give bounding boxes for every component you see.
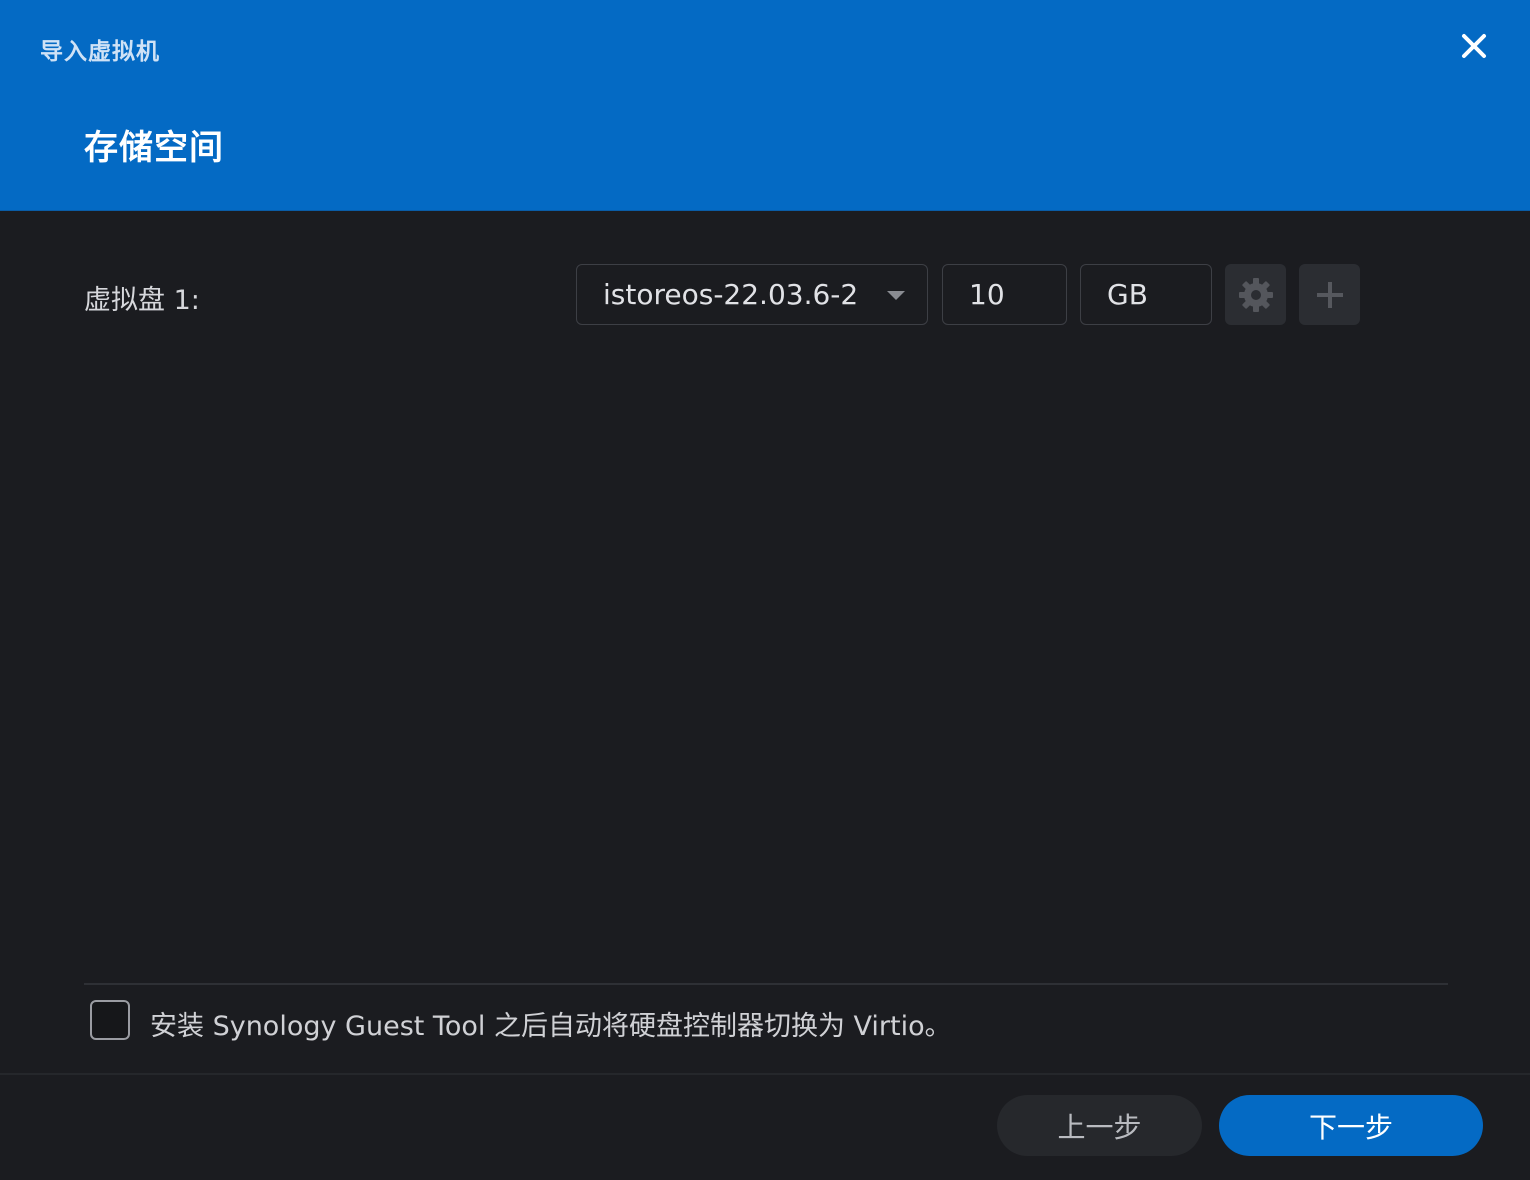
footer-divider (0, 1073, 1530, 1075)
close-icon (1462, 34, 1486, 58)
disk-settings-button[interactable] (1225, 264, 1286, 325)
virtual-disk-label: 虚拟盘 1: (84, 285, 200, 316)
import-vm-dialog: 导入虚拟机 存储空间 虚拟盘 1: istoreos-22.03.6-2 10 … (0, 0, 1530, 1180)
virtio-switch-checkbox[interactable] (90, 1000, 130, 1040)
disk-image-select[interactable]: istoreos-22.03.6-2 (576, 264, 928, 325)
chevron-down-icon (887, 291, 905, 300)
virtio-switch-label: 安装 Synology Guest Tool 之后自动将硬盘控制器切换为 Vir… (150, 1011, 952, 1042)
step-title: 存储空间 (84, 128, 224, 168)
next-step-button[interactable]: 下一步 (1219, 1095, 1483, 1156)
close-button[interactable] (1456, 28, 1492, 64)
add-disk-button[interactable] (1299, 264, 1360, 325)
plus-icon (1316, 281, 1343, 308)
previous-step-button[interactable]: 上一步 (997, 1095, 1202, 1156)
dialog-header: 导入虚拟机 存储空间 (0, 0, 1530, 211)
disk-size-input[interactable]: 10 (942, 264, 1067, 325)
disk-image-value: istoreos-22.03.6-2 (603, 278, 859, 311)
disk-size-value: 10 (969, 278, 1005, 311)
gear-icon (1238, 277, 1273, 312)
size-unit-select[interactable]: GB (1080, 264, 1212, 325)
previous-step-label: 上一步 (1057, 1110, 1142, 1144)
size-unit-value: GB (1107, 278, 1148, 311)
section-divider (84, 983, 1448, 985)
next-step-label: 下一步 (1308, 1110, 1393, 1144)
window-title: 导入虚拟机 (40, 39, 160, 65)
